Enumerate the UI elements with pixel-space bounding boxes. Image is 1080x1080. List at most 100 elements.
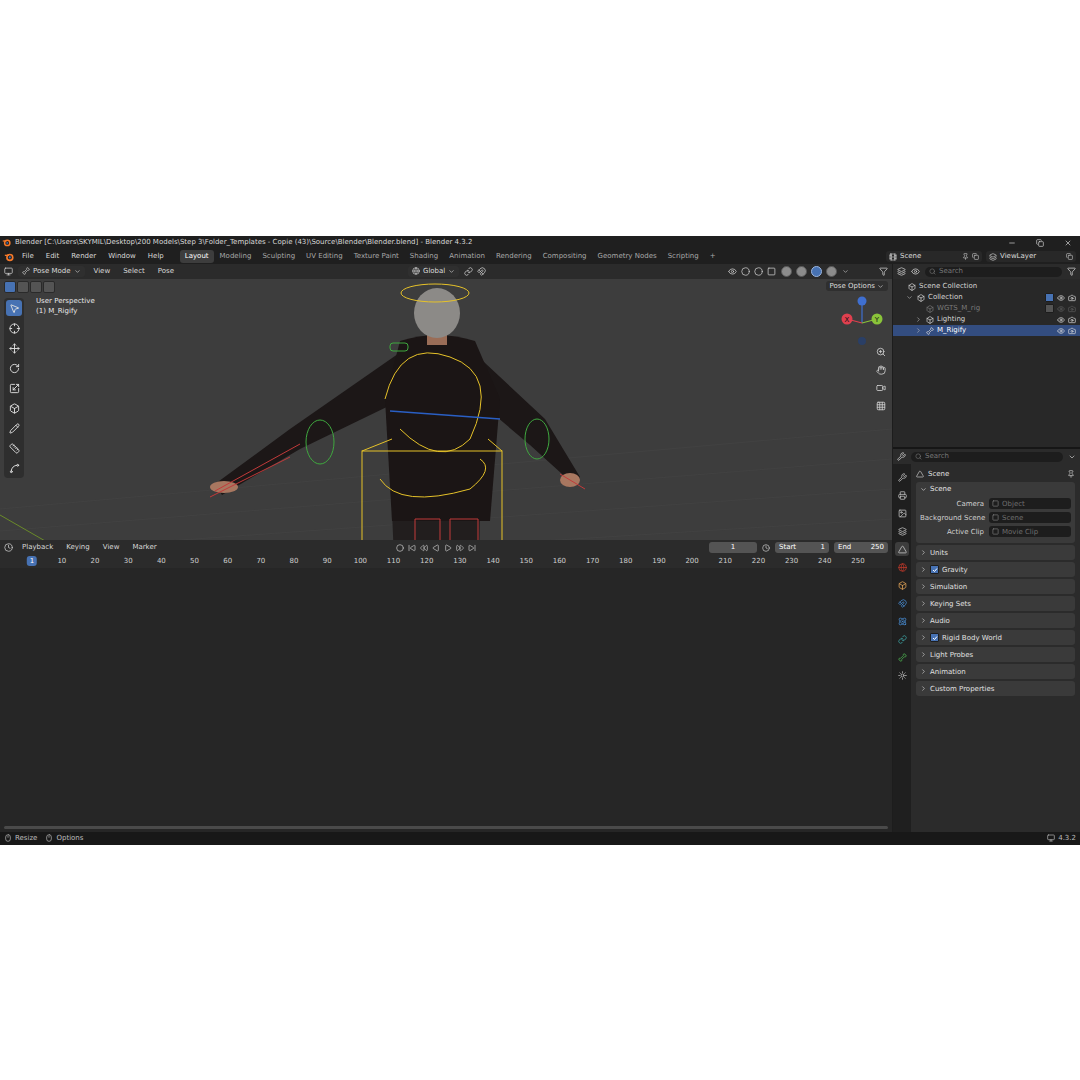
outliner-row[interactable]: Collection (893, 292, 1080, 303)
tool-button[interactable] (6, 440, 22, 456)
select-mode-button[interactable] (30, 281, 42, 293)
workspace-tab[interactable]: UV Editing (301, 250, 348, 262)
workspace-tab[interactable]: Geometry Nodes (593, 250, 662, 262)
section-row[interactable]: Keying Sets (916, 596, 1075, 611)
property-tab-icon[interactable] (898, 563, 907, 572)
scene-icon[interactable] (889, 253, 897, 261)
panel-header[interactable]: Scene (916, 482, 1075, 496)
render-icon[interactable] (1068, 327, 1076, 335)
properties-tab[interactable] (895, 668, 909, 682)
section-row[interactable]: Custom Properties (916, 681, 1075, 696)
properties-tab[interactable] (895, 578, 909, 592)
workspace-tab[interactable]: Animation (444, 250, 490, 262)
properties-tab[interactable] (895, 560, 909, 574)
eye-icon[interactable] (1057, 294, 1065, 302)
menu-item[interactable]: Edit (42, 251, 64, 261)
mode-dropdown[interactable]: Pose Mode (18, 266, 85, 276)
search-icon[interactable] (915, 453, 922, 460)
section-row[interactable]: Audio (916, 613, 1075, 628)
timeline-menu[interactable]: Marker (128, 542, 160, 552)
pin-icon[interactable] (1067, 470, 1075, 478)
system-icon[interactable] (1047, 834, 1055, 842)
section-checkbox[interactable] (930, 565, 939, 574)
expand-icon[interactable] (906, 294, 913, 301)
select-mode-button[interactable] (43, 281, 55, 293)
collapse-icon[interactable] (915, 327, 922, 334)
collapse-icon[interactable] (920, 651, 927, 658)
cursor-icon[interactable] (9, 323, 20, 334)
property-tab-icon[interactable] (898, 653, 907, 662)
bone-tool-icon[interactable] (9, 463, 20, 474)
zoom-icon[interactable] (876, 347, 886, 357)
property-tab-icon[interactable] (898, 581, 907, 590)
overlay-icon[interactable] (754, 267, 763, 276)
options-icon[interactable] (1068, 453, 1076, 461)
collapse-icon[interactable] (920, 634, 927, 641)
property-tab-icon[interactable] (898, 491, 907, 500)
tool-button[interactable] (6, 300, 22, 316)
viewport-menu[interactable]: Pose (154, 266, 178, 276)
move-icon[interactable] (9, 343, 20, 354)
section-row[interactable]: Gravity (916, 562, 1075, 577)
timeline-menu[interactable]: Keying (62, 542, 94, 552)
tool-button[interactable] (6, 380, 22, 396)
editor-type-icon[interactable] (897, 267, 906, 276)
outliner-search[interactable]: Search (925, 267, 1062, 277)
playhead[interactable]: 1 (27, 556, 37, 566)
new-layer-icon[interactable] (1066, 253, 1073, 260)
workspace-tab[interactable]: Modeling (215, 250, 257, 262)
properties-tab[interactable] (895, 524, 909, 538)
orientation-icon[interactable] (412, 267, 420, 275)
property-tab-icon[interactable] (898, 509, 907, 518)
gizmo-axis[interactable]: Y (862, 314, 883, 325)
filter-icon[interactable] (879, 267, 888, 276)
navigation-gizmo[interactable]: XY (840, 295, 884, 347)
editor-type-icon[interactable] (897, 452, 906, 461)
workspace-tab[interactable]: Sculpting (257, 250, 300, 262)
3d-viewport[interactable]: Pose OptionsUser Perspective(1) M_Rigify… (0, 279, 892, 540)
shading-button[interactable] (781, 266, 792, 277)
collapse-icon[interactable] (920, 583, 927, 590)
restore-icon[interactable] (1036, 239, 1044, 247)
scene-selector[interactable]: Scene (886, 251, 982, 262)
prev-key-icon[interactable] (420, 544, 428, 552)
shading-menu-icon[interactable] (842, 268, 849, 275)
jump-end-icon[interactable] (468, 544, 476, 552)
collapse-icon[interactable] (920, 549, 927, 556)
pivot-icon[interactable] (464, 267, 473, 276)
timeline-ruler[interactable]: 1020304050607080901001101201301401501601… (0, 555, 892, 568)
start-frame-field[interactable]: Start1 (775, 542, 829, 552)
mouse-icon[interactable] (4, 834, 12, 842)
blender-logo-icon[interactable] (4, 252, 14, 262)
dropdown-icon[interactable] (877, 283, 884, 290)
collapse-icon[interactable] (920, 685, 927, 692)
pose-mode-icon[interactable] (22, 267, 30, 275)
properties-tab[interactable] (895, 488, 909, 502)
collapse-icon[interactable] (920, 566, 927, 573)
collapse-icon[interactable] (920, 617, 927, 624)
next-key-icon[interactable] (456, 544, 464, 552)
eye-icon[interactable] (1057, 316, 1065, 324)
properties-tab[interactable] (895, 542, 909, 556)
datablock-icon[interactable] (992, 500, 999, 507)
play-reverse-icon[interactable] (432, 544, 440, 552)
section-row[interactable]: Animation (916, 664, 1075, 679)
section-row[interactable]: Light Probes (916, 647, 1075, 662)
property-tab-icon[interactable] (898, 545, 907, 554)
pan-button[interactable] (874, 363, 888, 377)
viewport-menu[interactable]: View (90, 266, 115, 276)
tool-button[interactable] (6, 320, 22, 336)
menu-item[interactable]: File (18, 251, 38, 261)
render-icon[interactable] (1068, 294, 1076, 302)
editor-type-icon[interactable] (4, 267, 13, 276)
view-layer-selector[interactable]: ViewLayer (986, 251, 1076, 262)
shading-button[interactable] (796, 266, 807, 277)
end-frame-field[interactable]: End250 (834, 542, 888, 552)
view-layer-icon[interactable] (989, 253, 997, 261)
shading-button[interactable] (826, 266, 837, 277)
timeline-body[interactable] (0, 568, 892, 832)
new-scene-icon[interactable] (972, 253, 979, 260)
render-icon[interactable] (1068, 305, 1076, 313)
collapse-icon[interactable] (920, 668, 927, 675)
add-workspace-button[interactable]: + (705, 250, 721, 262)
